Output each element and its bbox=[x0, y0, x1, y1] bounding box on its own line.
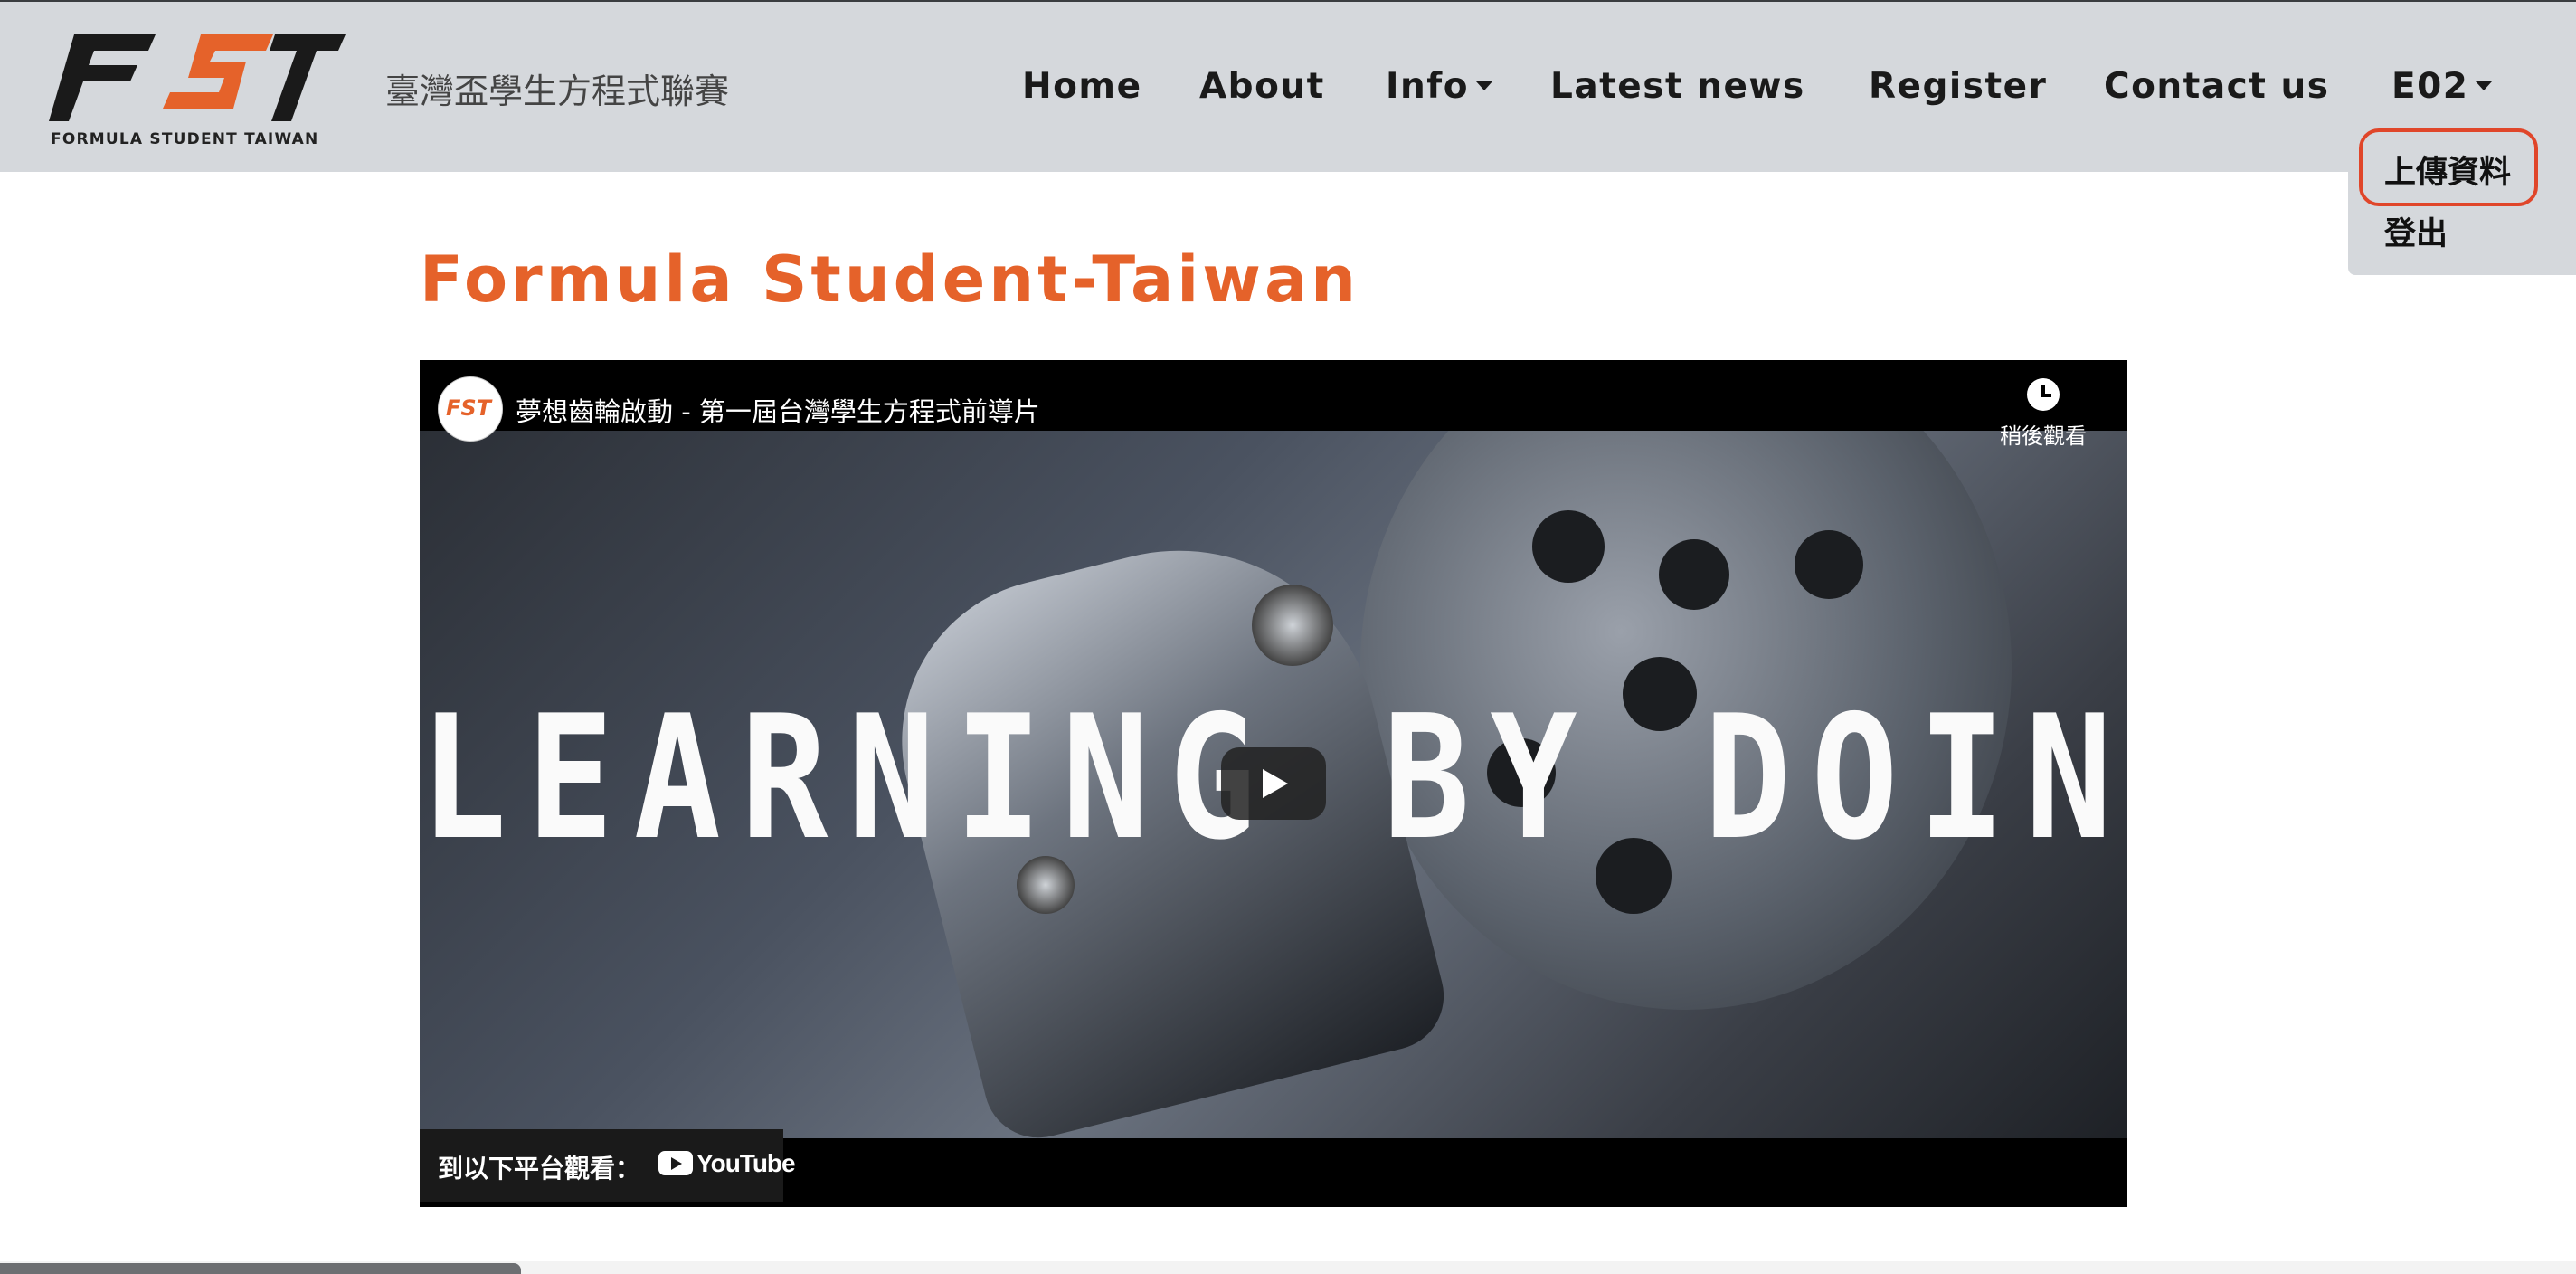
user-menu-label: E02 bbox=[2391, 66, 2469, 107]
bolt-image bbox=[1252, 585, 1333, 666]
youtube-icon bbox=[658, 1151, 693, 1175]
disc-hole bbox=[1532, 510, 1605, 583]
watch-later-label: 稍後觀看 bbox=[2000, 423, 2087, 449]
clock-icon bbox=[2027, 378, 2060, 411]
disc-hole bbox=[1659, 539, 1729, 610]
nav-latest-news[interactable]: Latest news bbox=[1550, 65, 1805, 109]
watch-on-label: 到以下平台觀看： bbox=[438, 1154, 641, 1184]
nav-info-label: Info bbox=[1386, 66, 1470, 107]
play-button[interactable] bbox=[1221, 747, 1326, 820]
watch-on-youtube-button[interactable]: 到以下平台觀看： YouTube bbox=[420, 1129, 796, 1202]
logo-subtext: FORMULA STUDENT TAIWAN bbox=[51, 130, 319, 148]
chevron-down-icon bbox=[1476, 81, 1493, 90]
video-title[interactable]: 夢想齒輪啟動 - 第一屆台灣學生方程式前導片 bbox=[516, 391, 1040, 429]
page-title: Formula Student-Taiwan bbox=[420, 242, 1360, 317]
channel-avatar[interactable]: FST bbox=[438, 376, 503, 442]
video-embed[interactable]: LEARNING BY DOING FST 夢想齒輪啟動 - 第一屆台灣學生方程… bbox=[420, 360, 2127, 1207]
fst-logo-mark bbox=[49, 34, 346, 121]
nav-user-menu[interactable]: E02 bbox=[2391, 65, 2493, 109]
chevron-down-icon bbox=[2476, 81, 2493, 90]
nav-info[interactable]: Info bbox=[1386, 65, 1493, 109]
highlight-annotation bbox=[2359, 128, 2538, 206]
nav-about[interactable]: About bbox=[1199, 65, 1325, 109]
youtube-wordmark: YouTube bbox=[696, 1149, 796, 1177]
fst-logo[interactable]: FORMULA STUDENT TAIWAN bbox=[47, 27, 346, 154]
nav-register[interactable]: Register bbox=[1869, 65, 2047, 109]
horizontal-scrollbar[interactable] bbox=[0, 1263, 521, 1274]
menu-item-logout[interactable]: 登出 bbox=[2384, 208, 2448, 254]
navbar: FORMULA STUDENT TAIWAN 臺灣盃學生方程式聯賽 Home A… bbox=[0, 2, 2576, 172]
disc-hole bbox=[1795, 530, 1863, 599]
watch-later-button[interactable]: 稍後觀看 bbox=[1994, 378, 2093, 450]
channel-avatar-text: FST bbox=[446, 395, 492, 421]
site-name: 臺灣盃學生方程式聯賽 bbox=[385, 71, 730, 111]
nav-home[interactable]: Home bbox=[1022, 65, 1142, 109]
nav-contact-us[interactable]: Contact us bbox=[2104, 65, 2329, 109]
